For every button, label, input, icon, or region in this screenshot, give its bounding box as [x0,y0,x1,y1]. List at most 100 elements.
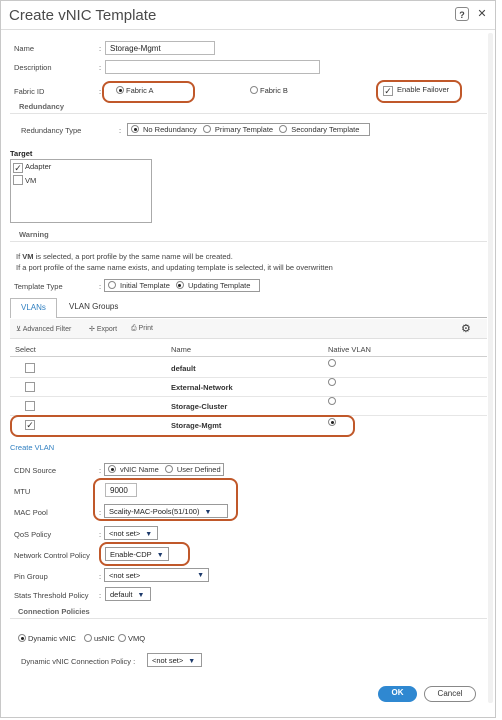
redundancy-type-label: Redundancy Type [21,126,82,135]
fabric-b-radio[interactable]: Fabric B [250,86,288,95]
warning-divider [10,241,487,242]
redundancy-colon: : [119,126,122,135]
table-header-divider [10,356,487,357]
mtu-input[interactable]: 9000 [105,483,137,497]
name-input[interactable]: Storage-Mgmt [105,41,215,55]
fabric-b-label: Fabric B [260,86,288,95]
native-vlan-radio[interactable] [328,359,336,367]
radio-icon [164,465,173,473]
target-item-adapter[interactable]: ✓ Adapter [13,162,51,173]
dialog-title: Create vNIC Template [9,7,157,24]
option-label: VMQ [128,634,146,643]
export-button[interactable]: ✢ Export [89,325,117,333]
template-option-updating[interactable]: Updating Template [175,281,252,290]
dynamic-vnic-policy-select[interactable]: <not set> ▼ [147,653,202,667]
pin-group-label: Pin Group [14,572,48,581]
qos-colon: : [99,530,102,539]
cdn-colon: : [99,466,102,475]
help-icon[interactable]: ? [455,7,469,21]
native-vlan-radio[interactable] [328,378,336,386]
radio-icon [131,125,139,133]
enable-failover-checkbox[interactable]: ✓ Enable Failover [383,85,449,96]
mac-pool-value: Scality-MAC-Pools(51/100) [109,507,200,516]
tab-vlan-groups[interactable]: VLAN Groups [59,298,128,318]
option-label: Dynamic vNIC [28,634,76,643]
warning-text: is selected, a port profile by the same … [33,252,233,261]
chevron-down-icon: ▼ [188,658,196,665]
stats-threshold-colon: : [99,591,102,600]
chevron-down-icon: ▼ [145,531,153,538]
radio-icon [108,281,116,289]
qos-policy-label: QoS Policy [14,530,52,539]
column-header-select[interactable]: Select [15,345,36,354]
cdn-option-user-defined[interactable]: User Defined [164,465,223,474]
connection-option-usnic[interactable]: usNIC [84,634,115,643]
tab-vlans[interactable]: VLANs [10,298,57,318]
qos-policy-select[interactable]: <not set> ▼ [104,526,158,540]
name-label: Name [14,44,35,53]
advanced-filter-button[interactable]: ⊻ Advanced Filter [16,325,71,333]
pin-group-select[interactable]: <not set> ▼ [104,568,209,582]
option-label: Updating Template [187,281,251,290]
print-icon: ⎙ [131,325,139,332]
target-heading: Target [10,149,33,158]
radio-icon [175,281,184,289]
row-select-checkbox[interactable] [25,363,35,373]
template-type-group: Initial Template Updating Template [104,279,260,292]
redundancy-option-primary[interactable]: Primary Template [202,125,275,134]
warning-line-2: If a port profile of the same name exist… [16,263,333,272]
network-control-value: Enable-CDP [110,550,152,559]
option-label: User Defined [176,465,221,474]
row-select-checkbox[interactable] [25,401,35,411]
redundancy-option-no-redundancy[interactable]: No Redundancy [131,125,199,134]
mac-pool-select[interactable]: Scality-MAC-Pools(51/100) ▼ [104,504,228,518]
connection-option-dynamic-vnic[interactable]: Dynamic vNIC [18,634,76,643]
native-vlan-radio[interactable] [328,397,336,405]
chevron-down-icon: ▼ [204,509,212,516]
option-label: Initial Template [120,281,170,290]
connection-policies-heading: Connection Policies [18,607,90,616]
export-icon: ✢ [89,326,97,333]
mtu-label: MTU [14,487,31,496]
native-vlan-radio[interactable] [328,418,336,426]
scrollbar[interactable] [488,33,493,703]
ok-button[interactable]: OK [378,686,417,702]
row-select-checkbox[interactable] [25,382,35,392]
row-select-checkbox-checked[interactable]: ✓ [25,420,35,430]
redundancy-type-group: No Redundancy Primary Template Secondary… [127,123,370,136]
fabric-id-label: Fabric ID [14,87,45,96]
description-colon: : [99,63,102,72]
row-divider [10,377,487,378]
radio-icon [84,634,92,642]
target-item-label: VM [25,176,37,185]
redundancy-option-secondary[interactable]: Secondary Template [279,125,361,134]
stats-threshold-select[interactable]: default ▼ [105,587,151,601]
target-item-label: Adapter [25,162,52,171]
column-header-native-vlan[interactable]: Native VLAN [328,345,371,354]
header-divider [1,29,495,30]
name-colon: : [99,44,102,53]
option-label: No Redundancy [143,125,197,134]
network-control-policy-select[interactable]: Enable-CDP ▼ [105,547,169,561]
qos-policy-value: <not set> [109,529,141,538]
enable-failover-label: Enable Failover [397,85,450,94]
print-button[interactable]: ⎙ Print [131,325,153,333]
target-item-vm[interactable]: VM [13,175,36,187]
cdn-option-vnic-name[interactable]: vNIC Name [108,465,161,474]
settings-gear-icon[interactable]: ⚙ [461,322,471,335]
chevron-down-icon: ▼ [156,552,164,559]
vlan-name: Storage-Cluster [171,402,228,411]
chevron-down-icon: ▼ [197,572,204,579]
radio-icon [116,86,124,94]
create-vnic-template-dialog: Create vNIC Template ? ✕ Name : Storage-… [0,0,496,718]
close-icon[interactable]: ✕ [475,7,489,21]
option-label: Secondary Template [291,125,360,134]
fabric-a-radio[interactable]: Fabric A [116,86,154,95]
cancel-button[interactable]: Cancel [424,686,476,702]
column-header-name[interactable]: Name [171,345,191,354]
description-input[interactable] [105,60,320,74]
connection-option-vmq[interactable]: VMQ [118,634,145,643]
filter-label: Advanced Filter [22,326,72,333]
create-vlan-link[interactable]: Create VLAN [10,443,54,452]
template-option-initial[interactable]: Initial Template [108,281,172,290]
